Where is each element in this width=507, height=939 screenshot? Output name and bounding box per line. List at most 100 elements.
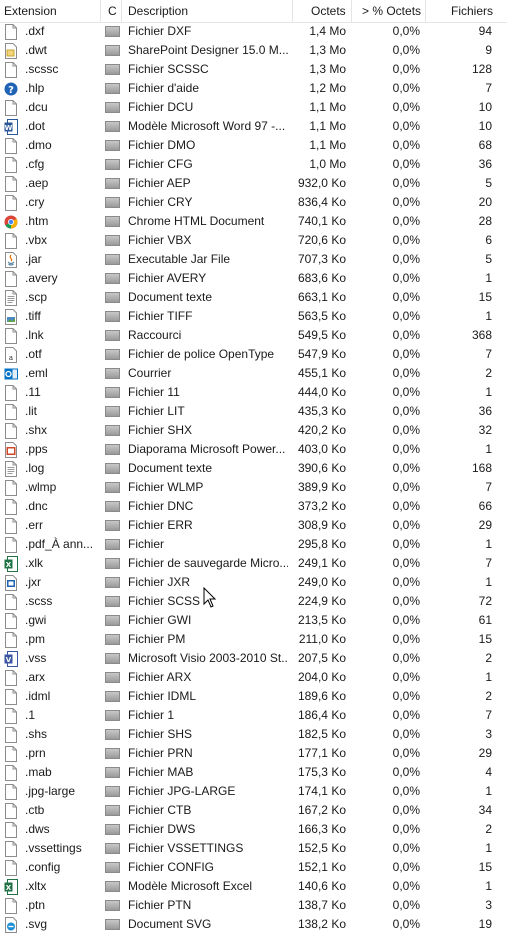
table-row[interactable]: .vbx Fichier VBX 720,6 Ko 0,0% 6 (0, 231, 507, 250)
generic-file-icon (4, 385, 18, 401)
extension-cell: .htm (25, 214, 49, 228)
help-icon: ? (4, 81, 18, 97)
files-cell: 28 (478, 214, 492, 228)
size-cell: 1,2 Mo (309, 81, 346, 95)
description-cell: Fichier GWI (128, 613, 192, 627)
table-row[interactable]: .pdf_À ann... Fichier 295,8 Ko 0,0% 1 (0, 535, 507, 554)
color-swatch (105, 330, 120, 341)
table-row[interactable]: .aep Fichier AEP 932,0 Ko 0,0% 5 (0, 174, 507, 193)
table-row[interactable]: X .xlk Fichier de sauvegarde Micro... 249,1… (0, 554, 507, 573)
table-row[interactable]: .dcu Fichier DCU 1,1 Mo 0,0% 10 (0, 98, 507, 117)
table-row[interactable]: .ptn Fichier PTN 138,7 Ko 0,0% 3 (0, 896, 507, 915)
table-row[interactable]: .wlmp Fichier WLMP 389,9 Ko 0,0% 7 (0, 478, 507, 497)
table-row[interactable]: .cfg Fichier CFG 1,0 Mo 0,0% 36 (0, 155, 507, 174)
column-header-color[interactable]: C (108, 0, 117, 22)
files-cell: 1 (485, 309, 492, 323)
size-cell: 740,1 Ko (297, 214, 346, 228)
table-row[interactable]: .ctb Fichier CTB 167,2 Ko 0,0% 34 (0, 801, 507, 820)
table-row[interactable]: .mab Fichier MAB 175,3 Ko 0,0% 4 (0, 763, 507, 782)
visio-icon: V (4, 651, 18, 667)
percent-cell: 0,0% (392, 670, 420, 684)
table-row[interactable]: .gwi Fichier GWI 213,5 Ko 0,0% 61 (0, 611, 507, 630)
column-header-size[interactable]: Octets (311, 0, 346, 22)
extension-cell: .err (25, 518, 43, 532)
text-file-icon (4, 461, 18, 477)
table-row[interactable]: .1 Fichier 1 186,4 Ko 0,0% 7 (0, 706, 507, 725)
column-header-files[interactable]: Fichiers (451, 0, 493, 22)
extension-cell: .shs (25, 727, 48, 741)
column-divider[interactable] (292, 0, 293, 22)
table-row[interactable]: .eml Courrier 455,1 Ko 0,0% 2 (0, 364, 507, 383)
percent-cell: 0,0% (392, 290, 420, 304)
files-cell: 15 (478, 290, 492, 304)
extension-cell: .scssc (25, 62, 59, 76)
description-cell: Fichier LIT (128, 404, 185, 418)
description-cell: Fichier JPG-LARGE (128, 784, 236, 798)
table-row[interactable]: .scss Fichier SCSS 224,9 Ko 0,0% 72 (0, 592, 507, 611)
size-cell: 175,3 Ko (297, 765, 346, 779)
table-row[interactable]: .dws Fichier DWS 166,3 Ko 0,0% 2 (0, 820, 507, 839)
table-row[interactable]: V .vss Microsoft Visio 2003-2010 St... 207,… (0, 649, 507, 668)
table-row[interactable]: .cry Fichier CRY 836,4 Ko 0,0% 20 (0, 193, 507, 212)
color-swatch (105, 824, 120, 835)
image-file-icon (4, 309, 18, 325)
description-cell: Fichier de police OpenType (128, 347, 275, 361)
table-row[interactable]: .lit Fichier LIT 435,3 Ko 0,0% 36 (0, 402, 507, 421)
column-header-percent[interactable]: > % Octets (362, 0, 421, 22)
color-swatch (105, 729, 120, 740)
table-row[interactable]: .config Fichier CONFIG 152,1 Ko 0,0% 15 (0, 858, 507, 877)
table-row[interactable]: W .dot Modèle Microsoft Word 97 -... 1,1 Mo… (0, 117, 507, 136)
table-row[interactable]: .vssettings Fichier VSSETTINGS 152,5 Ko 0,0… (0, 839, 507, 858)
table-row[interactable]: .jpg-large Fichier JPG-LARGE 174,1 Ko 0,0% 1 (0, 782, 507, 801)
table-row[interactable]: .11 Fichier 11 444,0 Ko 0,0% 1 (0, 383, 507, 402)
table-row[interactable]: .idml Fichier IDML 189,6 Ko 0,0% 2 (0, 687, 507, 706)
table-row[interactable]: .prn Fichier PRN 177,1 Ko 0,0% 29 (0, 744, 507, 763)
table-row[interactable]: .lnk Raccourci 549,5 Ko 0,0% 368 (0, 326, 507, 345)
table-row[interactable]: .jxr Fichier JXR 249,0 Ko 0,0% 1 (0, 573, 507, 592)
table-row[interactable]: .avery Fichier AVERY 683,6 Ko 0,0% 1 (0, 269, 507, 288)
table-row[interactable]: .dwt SharePoint Designer 15.0 M... 1,3 Mo 0… (0, 41, 507, 60)
table-row[interactable]: .err Fichier ERR 308,9 Ko 0,0% 29 (0, 516, 507, 535)
extension-cell: .dws (25, 822, 50, 836)
table-row[interactable]: .scssc Fichier SCSSC 1,3 Mo 0,0% 128 (0, 60, 507, 79)
table-row[interactable]: ? .hlp Fichier d'aide 1,2 Mo 0,0% 7 (0, 79, 507, 98)
files-cell: 19 (478, 917, 492, 931)
percent-cell: 0,0% (392, 423, 420, 437)
percent-cell: 0,0% (392, 366, 420, 380)
column-header-description[interactable]: Description (128, 0, 188, 22)
color-swatch (105, 615, 120, 626)
chrome-icon (4, 214, 18, 230)
column-header-extension[interactable]: Extension (4, 0, 57, 22)
table-row[interactable]: .dxf Fichier DXF 1,4 Mo 0,0% 94 (0, 22, 507, 41)
extension-cell: .mab (25, 765, 52, 779)
percent-cell: 0,0% (392, 746, 420, 760)
column-divider[interactable] (100, 0, 101, 22)
table-row[interactable]: .shx Fichier SHX 420,2 Ko 0,0% 32 (0, 421, 507, 440)
extension-cell: .xlk (25, 556, 43, 570)
percent-cell: 0,0% (392, 328, 420, 342)
table-row[interactable]: .htm Chrome HTML Document 740,1 Ko 0,0% 28 (0, 212, 507, 231)
column-divider[interactable] (351, 0, 352, 22)
table-row[interactable]: .dnc Fichier DNC 373,2 Ko 0,0% 66 (0, 497, 507, 516)
table-row[interactable]: X .xltx Modèle Microsoft Excel 140,6 Ko 0,0%… (0, 877, 507, 896)
excel-icon: X (4, 556, 18, 572)
table-row[interactable]: .pps Diaporama Microsoft Power... 403,0 Ko… (0, 440, 507, 459)
table-row[interactable]: .jar Executable Jar File 707,3 Ko 0,0% 5 (0, 250, 507, 269)
column-divider[interactable] (121, 0, 122, 22)
table-row[interactable]: .arx Fichier ARX 204,0 Ko 0,0% 1 (0, 668, 507, 687)
table-row[interactable]: .scp Document texte 663,1 Ko 0,0% 15 (0, 288, 507, 307)
color-swatch (105, 653, 120, 664)
table-row[interactable]: .shs Fichier SHS 182,5 Ko 0,0% 3 (0, 725, 507, 744)
table-row[interactable]: a .otf Fichier de police OpenType 547,9 Ko 0… (0, 345, 507, 364)
files-cell: 15 (478, 632, 492, 646)
percent-cell: 0,0% (392, 727, 420, 741)
table-row[interactable]: .log Document texte 390,6 Ko 0,0% 168 (0, 459, 507, 478)
table-row[interactable]: .dmo Fichier DMO 1,1 Mo 0,0% 68 (0, 136, 507, 155)
table-row[interactable]: .tiff Fichier TIFF 563,5 Ko 0,0% 1 (0, 307, 507, 326)
extension-cell: .pm (25, 632, 46, 646)
table-row[interactable]: .pm Fichier PM 211,0 Ko 0,0% 15 (0, 630, 507, 649)
extension-cell: .aep (25, 176, 49, 190)
table-row[interactable]: .svg Document SVG 138,2 Ko 0,0% 19 (0, 915, 507, 934)
percent-cell: 0,0% (392, 43, 420, 57)
column-divider[interactable] (425, 0, 426, 22)
